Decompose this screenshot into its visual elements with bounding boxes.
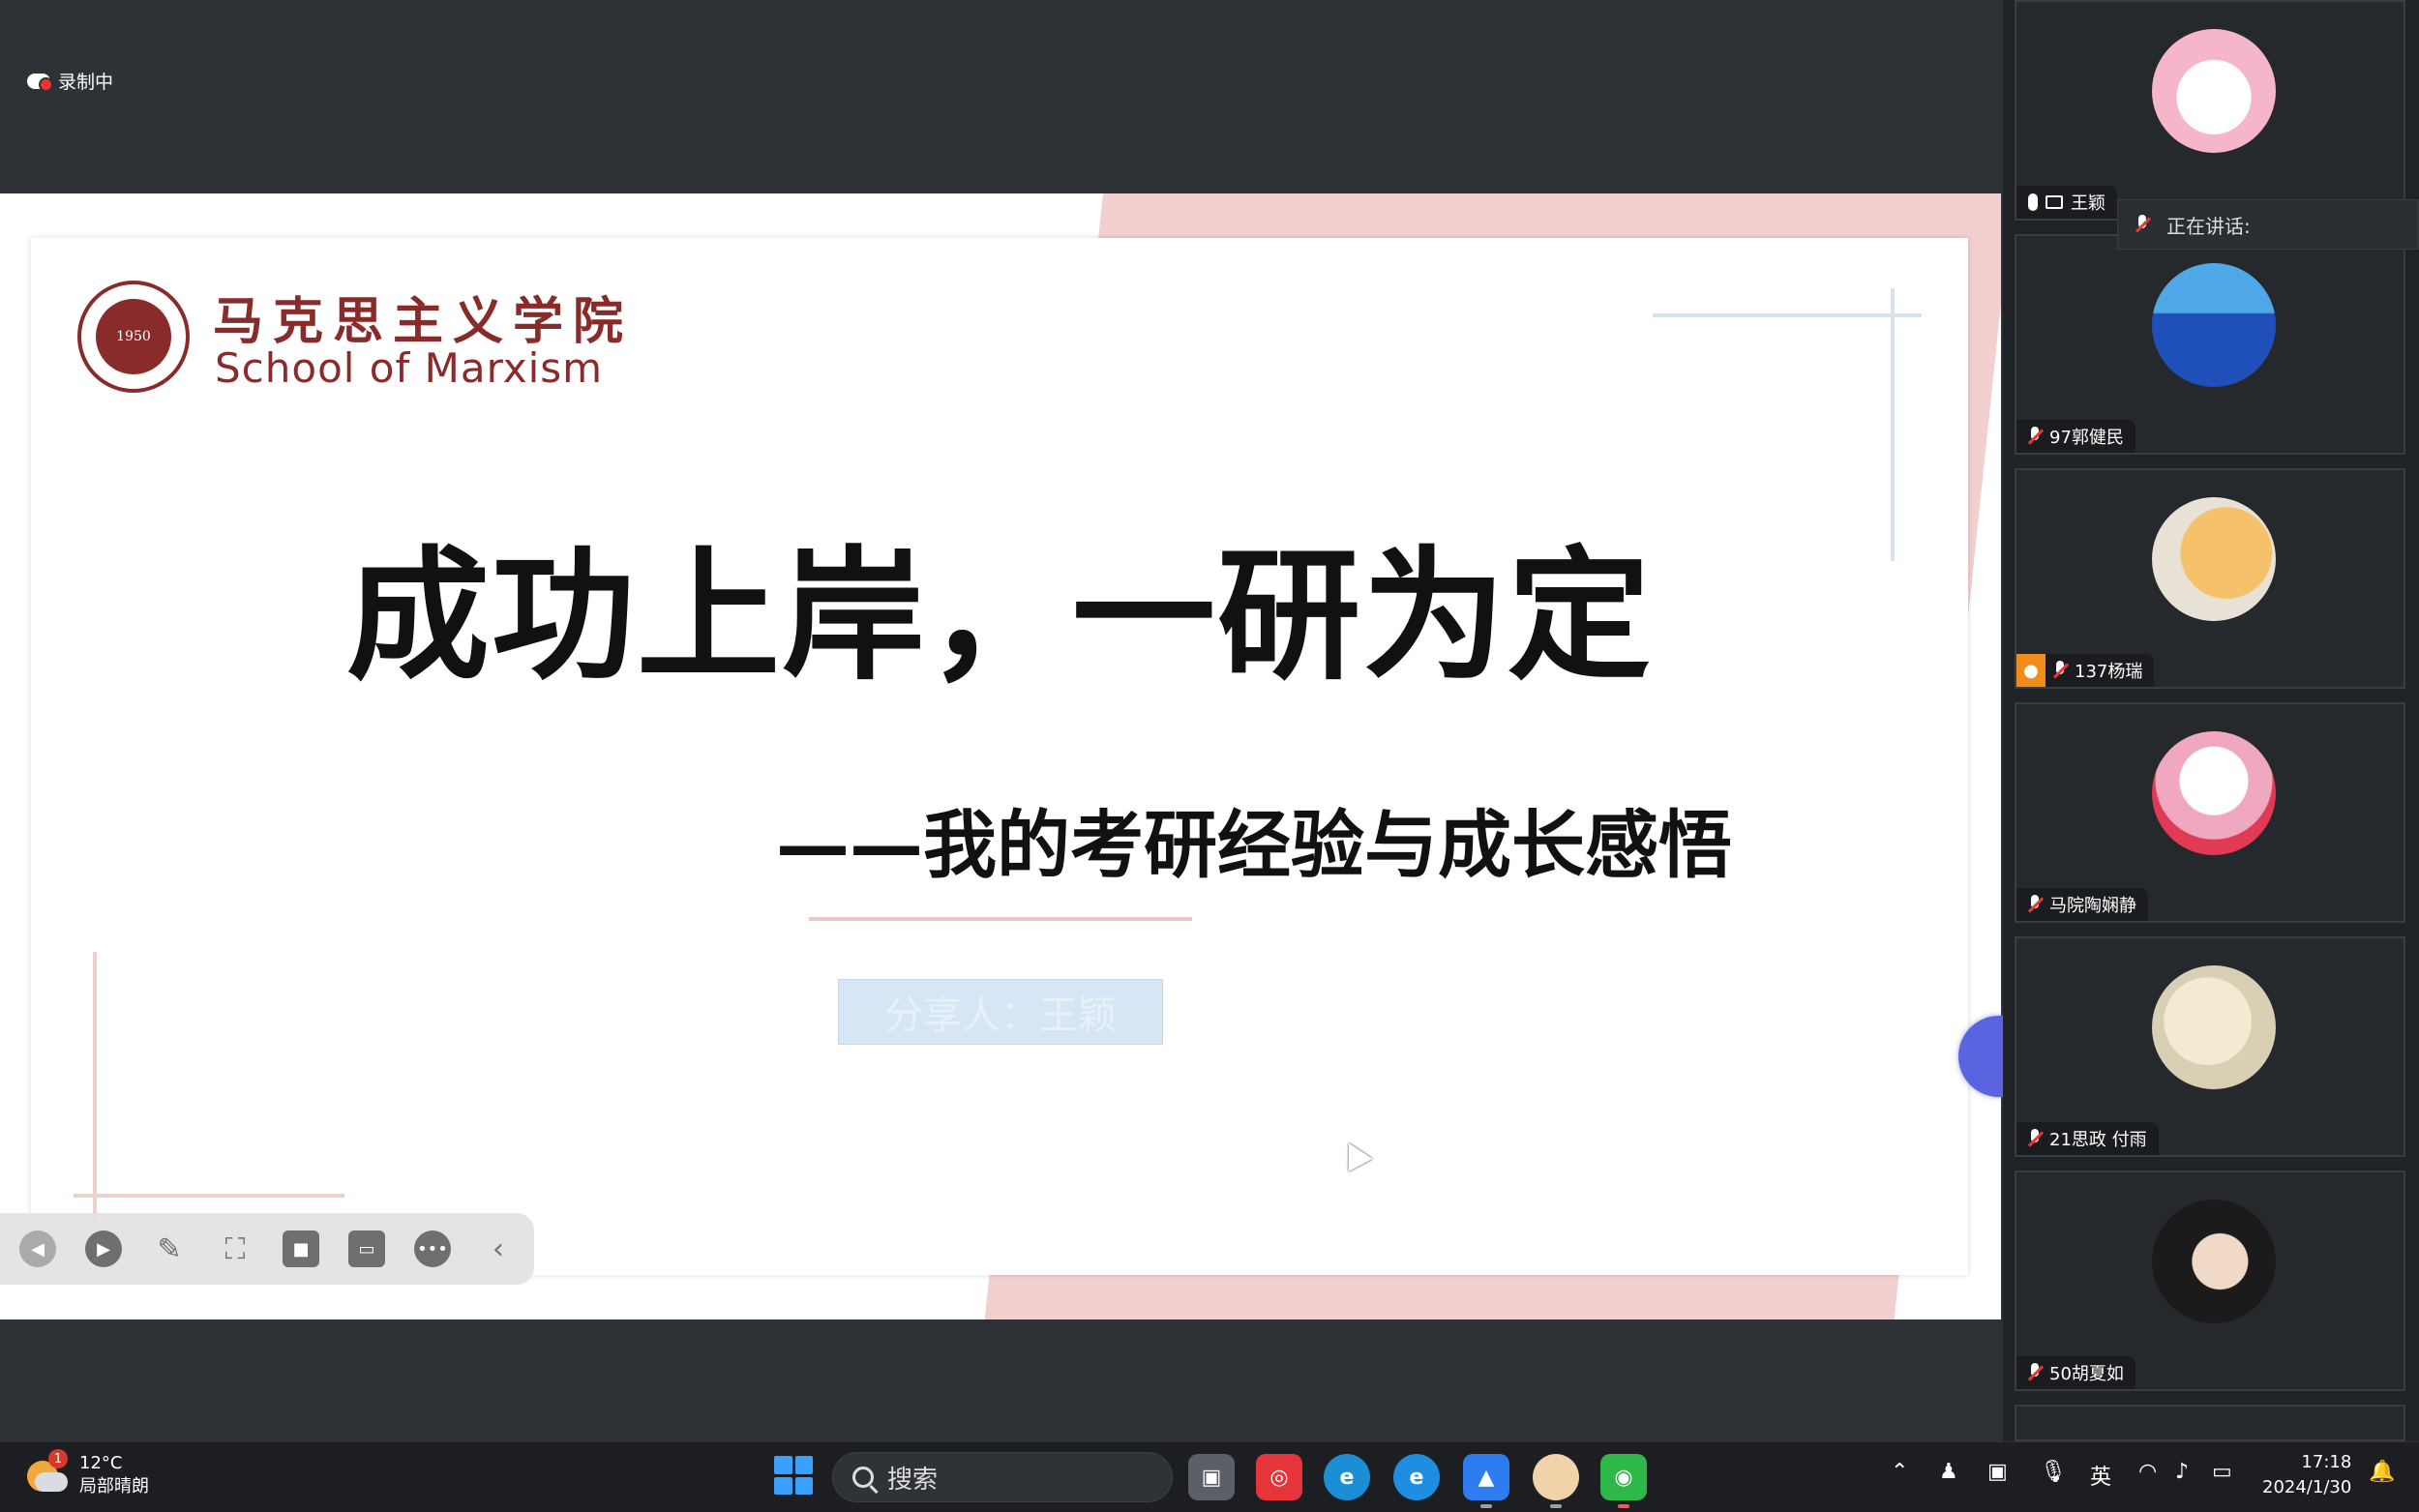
avatar	[2152, 731, 2276, 855]
avatar	[2152, 497, 2276, 621]
recording-label: 录制中	[58, 72, 114, 93]
participant-name: 马院陶娴静	[2049, 896, 2136, 916]
clock-time: 17:18	[2301, 1452, 2352, 1472]
weather-temperature: 12°C	[79, 1453, 123, 1473]
notification-badge: 1	[48, 1449, 68, 1468]
participant-name: 137杨瑞	[2075, 662, 2143, 682]
decor-line-top-right	[1653, 313, 1922, 317]
microphone-icon	[2028, 193, 2038, 211]
search-placeholder: 搜索	[887, 1465, 939, 1495]
participant-name-tag: 50胡夏如	[2016, 1356, 2135, 1389]
taskbar-search[interactable]: 搜索	[832, 1452, 1173, 1502]
notification-bell-icon[interactable]: 🔔	[2369, 1460, 2395, 1484]
now-speaking-bar: 正在讲话:	[2117, 199, 2419, 250]
search-icon	[852, 1467, 874, 1488]
wifi-icon[interactable]: ◠	[2138, 1460, 2157, 1484]
participant-tile[interactable]: 马院陶娴静	[2015, 702, 2405, 923]
school-name-en: School of Marxism	[215, 344, 604, 392]
weather-description: 局部晴朗	[79, 1476, 149, 1497]
show-hidden-icons-chevron-icon[interactable]: ⌃	[1891, 1460, 1908, 1484]
participant-name-tag: 97郭健民	[2016, 420, 2135, 453]
edge-browser-icon[interactable]: e	[1324, 1454, 1370, 1500]
system-clock[interactable]: 17:18 2024/1/30	[2262, 1450, 2351, 1500]
netease-music-icon[interactable]: ◎	[1256, 1454, 1302, 1500]
recording-indicator: 录制中	[27, 68, 113, 94]
tencent-meeting-icon[interactable]: ▲	[1463, 1454, 1509, 1508]
microphone-muted-icon	[2028, 1129, 2042, 1148]
participant-tile[interactable]: 97郭健民	[2015, 234, 2405, 455]
participant-tile[interactable]: 50胡夏如	[2015, 1171, 2405, 1391]
avatar	[2152, 965, 2276, 1089]
clock-date: 2024/1/30	[2262, 1477, 2352, 1497]
participant-name-tag: 马院陶娴静	[2016, 888, 2148, 921]
seal-year: 1950	[116, 329, 151, 344]
wechat-icon[interactable]: ◉	[1600, 1454, 1647, 1508]
app-avatar-icon[interactable]	[1533, 1454, 1579, 1508]
participant-name-tag: 21思政 付雨	[2016, 1122, 2159, 1155]
university-seal-logo: 1950	[77, 281, 190, 393]
weather-widget[interactable]: 1 12°C 局部晴朗	[27, 1449, 149, 1498]
collapse-chevron-icon[interactable]: ‹	[480, 1230, 517, 1267]
tray-app-icon[interactable]: ♟	[1939, 1460, 1958, 1484]
microphone-muted-icon	[2028, 895, 2042, 914]
microphone-muted-icon	[2135, 215, 2149, 234]
camera-icon[interactable]: ■	[283, 1230, 319, 1267]
presentation-slide: 1950 马克思主义学院 School of Marxism 成功上岸，一研为定…	[31, 238, 1968, 1275]
screen-share-icon	[2046, 195, 2063, 209]
participant-tile-partial[interactable]	[2015, 1405, 2405, 1441]
pen-icon[interactable]: ✎	[151, 1230, 188, 1267]
participant-tile[interactable]: ● 137杨瑞	[2015, 468, 2405, 689]
decor-line-bottom-left	[74, 1194, 344, 1198]
avatar	[2152, 1200, 2276, 1323]
school-name-cn: 马克思主义学院	[213, 292, 634, 351]
host-person-icon: ●	[2016, 654, 2046, 687]
screenshot-icon[interactable]: ⛶	[217, 1230, 254, 1267]
windows-taskbar: 1 12°C 局部晴朗 搜索 ▣ ◎ e e ▲ ◉ ⌃ ♟ ▣ 🎙 英 ◠ ♪…	[0, 1441, 2419, 1512]
tray-microphone-icon[interactable]: 🎙	[2040, 1460, 2067, 1484]
participant-name-tag: ● 137杨瑞	[2016, 654, 2155, 687]
seal-center: 1950	[96, 299, 171, 374]
previous-page-icon[interactable]: ◀	[19, 1230, 56, 1267]
decor-line-bottom-left-v	[93, 952, 97, 1221]
participant-name: 97郭健民	[2049, 428, 2124, 448]
input-method-label[interactable]: 英	[2090, 1460, 2111, 1491]
now-speaking-label: 正在讲话:	[2166, 214, 2251, 238]
subtitle-divider	[809, 917, 1192, 921]
play-icon[interactable]: ▶	[85, 1230, 122, 1267]
ie-browser-icon[interactable]: e	[1393, 1454, 1440, 1500]
participant-name: 50胡夏如	[2049, 1364, 2124, 1384]
participant-tile[interactable]: 21思政 付雨	[2015, 936, 2405, 1157]
more-icon[interactable]: •••	[414, 1230, 451, 1267]
chat-icon[interactable]: ▭	[348, 1230, 385, 1267]
volume-icon[interactable]: ♪	[2175, 1460, 2189, 1484]
microphone-muted-icon	[2053, 661, 2067, 680]
avatar	[2152, 263, 2276, 387]
tray-security-icon[interactable]: ▣	[1987, 1460, 2008, 1484]
participant-name: 王颖	[2071, 193, 2105, 214]
windows-start-icon[interactable]	[774, 1456, 813, 1495]
battery-icon[interactable]: ▭	[2212, 1460, 2232, 1484]
slide-title: 成功上岸，一研为定	[346, 533, 1653, 699]
avatar	[2152, 29, 2276, 153]
cloud-record-icon	[27, 73, 53, 92]
participant-name-tag: 王颖	[2016, 186, 2117, 219]
task-view-icon[interactable]: ▣	[1188, 1454, 1235, 1500]
weather-icon: 1	[27, 1449, 68, 1496]
slide-subtitle: ——我的考研经验与成长感悟	[776, 802, 1732, 888]
shared-screen: 1950 马克思主义学院 School of Marxism 成功上岸，一研为定…	[0, 193, 2001, 1319]
participant-tile[interactable]: 王颖	[2015, 0, 2405, 221]
participant-name: 21思政 付雨	[2049, 1130, 2147, 1150]
presenter-label: 分享人：王颖	[838, 979, 1163, 1045]
microphone-muted-icon	[2028, 427, 2042, 446]
annotation-toolbar: ◀ ▶ ✎ ⛶ ■ ▭ ••• ‹	[0, 1213, 534, 1285]
microphone-muted-icon	[2028, 1363, 2042, 1382]
